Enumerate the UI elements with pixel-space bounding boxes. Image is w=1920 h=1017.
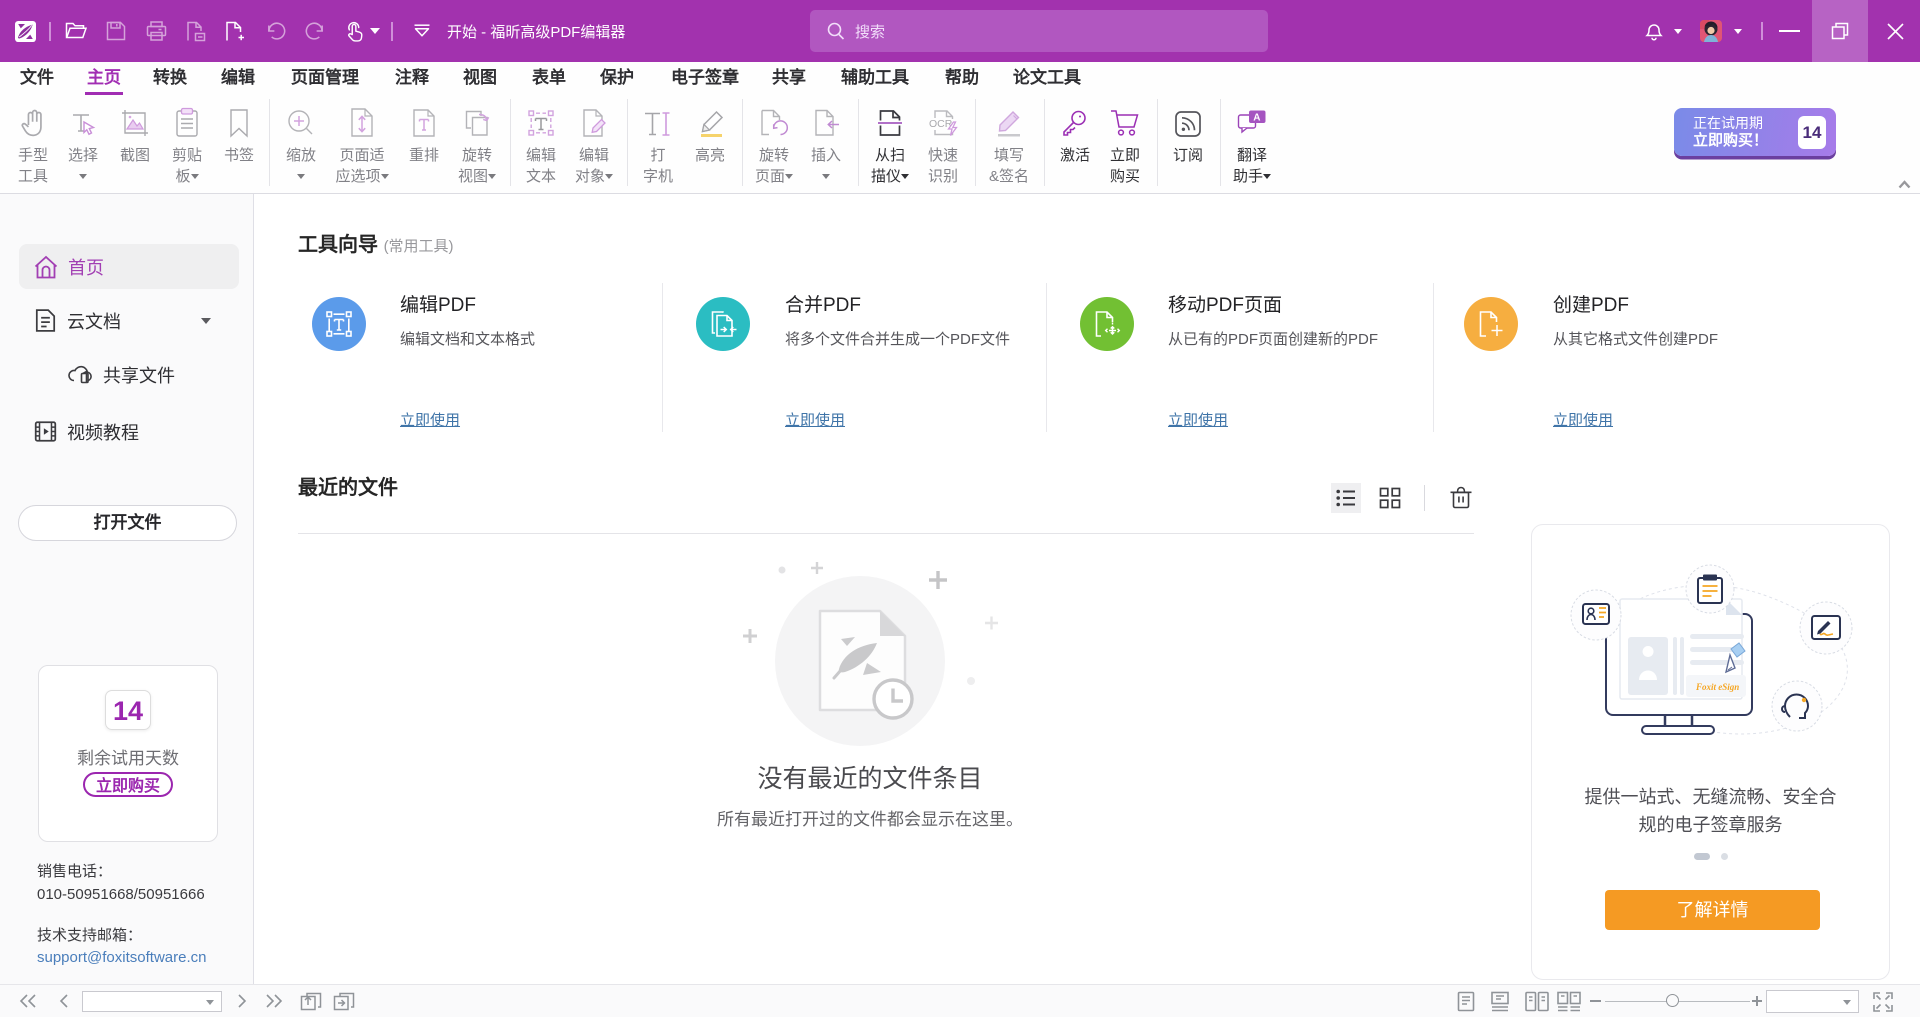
svg-text:A: A [1253,113,1260,124]
svg-text:Foxit eSign: Foxit eSign [1695,682,1739,692]
